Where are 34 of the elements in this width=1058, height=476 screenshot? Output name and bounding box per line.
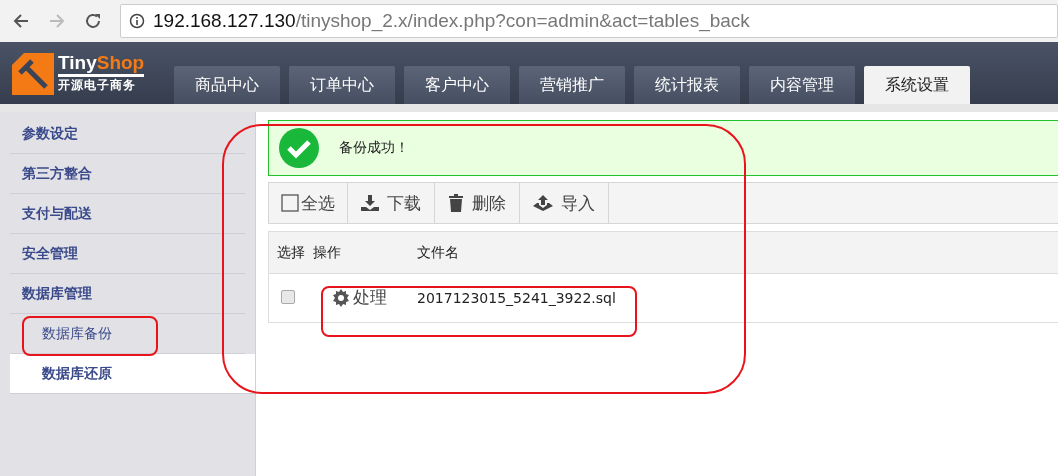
checkbox-icon xyxy=(281,194,299,212)
nav-tab[interactable]: 订单中心 xyxy=(289,66,395,104)
back-icon[interactable] xyxy=(12,12,30,30)
sidebar-item[interactable]: 参数设定 xyxy=(10,114,245,154)
nav-tab[interactable]: 营销推广 xyxy=(519,66,625,104)
upload-icon xyxy=(533,195,553,211)
reload-icon[interactable] xyxy=(84,12,102,30)
nav-tab[interactable]: 系统设置 xyxy=(864,66,970,104)
sidebar-item[interactable]: 第三方整合 xyxy=(10,154,245,194)
info-icon[interactable] xyxy=(129,13,145,29)
logo-name: TinyShop xyxy=(58,52,145,77)
url-text: 192.168.127.130/tinyshop_2.x/index.php?con=admin&act=tables_back xyxy=(153,10,750,32)
logo-tagline: 开源电子商务 xyxy=(58,77,137,94)
table-cell: 2017123015_5241_3922.sql xyxy=(417,290,616,306)
column-header: 选择 xyxy=(276,243,306,262)
sidebar-subitem[interactable]: 数据库还原 xyxy=(10,354,255,394)
gear-icon xyxy=(332,288,350,307)
nav-tab[interactable]: 内容管理 xyxy=(749,66,855,104)
sidebar-item[interactable]: 安全管理 xyxy=(10,234,245,274)
download-icon xyxy=(361,195,379,211)
check-circle-icon xyxy=(279,128,319,168)
alert-message: 备份成功！ xyxy=(339,139,409,157)
sidebar-item[interactable]: 数据库管理 xyxy=(10,274,245,314)
sidebar-item[interactable]: 支付与配送 xyxy=(10,194,245,234)
trash-icon xyxy=(448,194,464,212)
nav-tab[interactable]: 客户中心 xyxy=(404,66,510,104)
nav-tab[interactable]: 统计报表 xyxy=(634,66,740,104)
row-checkbox[interactable] xyxy=(281,289,295,304)
column-header: 文件名 xyxy=(417,243,459,262)
column-header: 操作 xyxy=(313,243,342,262)
address-bar[interactable]: 192.168.127.130/tinyshop_2.x/index.php?con=admin&act=tables_back xyxy=(120,4,1058,38)
process-link[interactable]: 处理 xyxy=(332,286,387,310)
nav-tab[interactable]: 商品中心 xyxy=(174,66,280,104)
logo-icon xyxy=(12,51,54,95)
